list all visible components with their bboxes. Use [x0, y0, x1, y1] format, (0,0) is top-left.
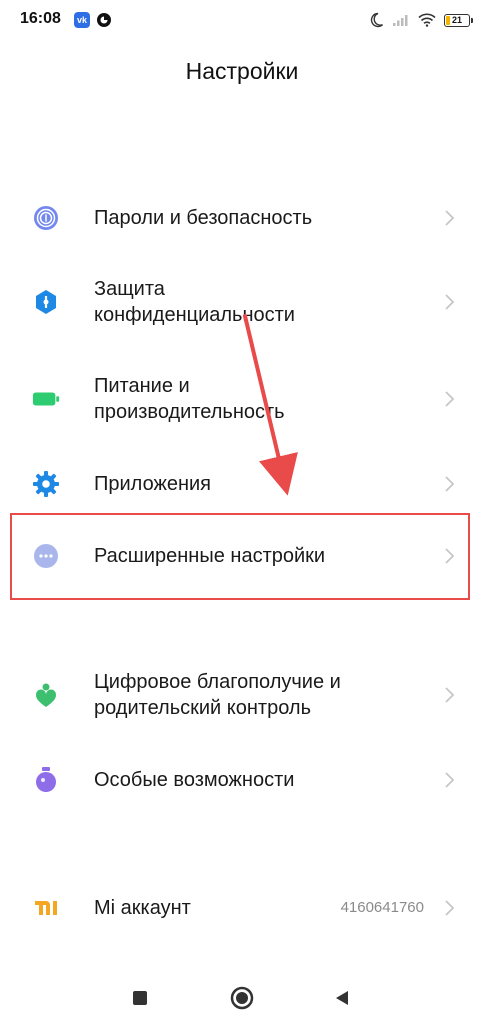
- settings-item-label-line1: Защита: [94, 278, 165, 300]
- ring-app-icon: [97, 13, 111, 27]
- battery-level: 21: [451, 14, 462, 25]
- chevron-right-icon: [445, 900, 455, 916]
- chevron-right-icon: [445, 210, 455, 226]
- settings-item-label-line1: Питание и: [94, 375, 190, 397]
- settings-item-label-line2: родительский контроль: [94, 697, 311, 719]
- chevron-right-icon: [445, 391, 455, 407]
- battery-icon: [32, 385, 60, 413]
- status-time: 16:08: [20, 10, 61, 27]
- chevron-right-icon: [445, 294, 455, 310]
- fingerprint-icon: [32, 204, 60, 232]
- circle-home-icon[interactable]: [230, 986, 254, 1010]
- status-bar: 16:08 vk 21: [0, 0, 484, 40]
- settings-item-label: Приложения: [94, 473, 212, 495]
- gear-icon: [32, 470, 60, 498]
- annotation-arrow: [243, 314, 298, 496]
- battery-indicator: 21: [444, 13, 473, 27]
- account-id-value: 4160641760: [340, 899, 424, 916]
- highlight-box: [10, 513, 470, 600]
- settings-item-apps[interactable]: Приложения: [0, 462, 484, 506]
- settings-item-digital-wellbeing[interactable]: Цифровое благополучие и родительский кон…: [0, 669, 484, 725]
- signal-icon: [393, 15, 408, 26]
- vk-icon: vk: [74, 12, 90, 28]
- wellbeing-heart-icon: [32, 681, 60, 709]
- wifi-icon: [418, 13, 436, 27]
- settings-item-label: Особые возможности: [94, 769, 295, 791]
- settings-item-label: Пароли и безопасность: [94, 207, 313, 229]
- settings-item-label-line1: Цифровое благополучие и: [94, 671, 341, 693]
- chevron-right-icon: [445, 772, 455, 788]
- settings-item-passwords-security[interactable]: Пароли и безопасность: [0, 196, 484, 240]
- page-title: Настройки: [185, 58, 299, 84]
- settings-item-privacy[interactable]: Защита конфиденциальности: [0, 276, 484, 332]
- privacy-shield-icon: [32, 288, 60, 316]
- status-icons: 21: [368, 10, 473, 30]
- battery-fill: [446, 15, 451, 25]
- moon-icon: [370, 12, 383, 28]
- settings-item-power-performance[interactable]: Питание и производительность: [0, 373, 484, 429]
- settings-item-label-line2: производительность: [94, 401, 285, 423]
- triangle-back-icon[interactable]: [330, 986, 354, 1010]
- chevron-right-icon: [445, 476, 455, 492]
- settings-item-mi-account[interactable]: Mi аккаунт 4160641760: [0, 886, 484, 930]
- mi-logo-icon: [32, 894, 60, 922]
- settings-item-label-line2: конфиденциальности: [94, 304, 295, 326]
- accessibility-flask-icon: [32, 766, 60, 794]
- settings-item-label: Mi аккаунт: [94, 897, 191, 919]
- navigation-bar: [0, 968, 484, 1024]
- square-icon[interactable]: [128, 986, 152, 1010]
- chevron-right-icon: [445, 687, 455, 703]
- settings-item-accessibility[interactable]: Особые возможности: [0, 758, 484, 802]
